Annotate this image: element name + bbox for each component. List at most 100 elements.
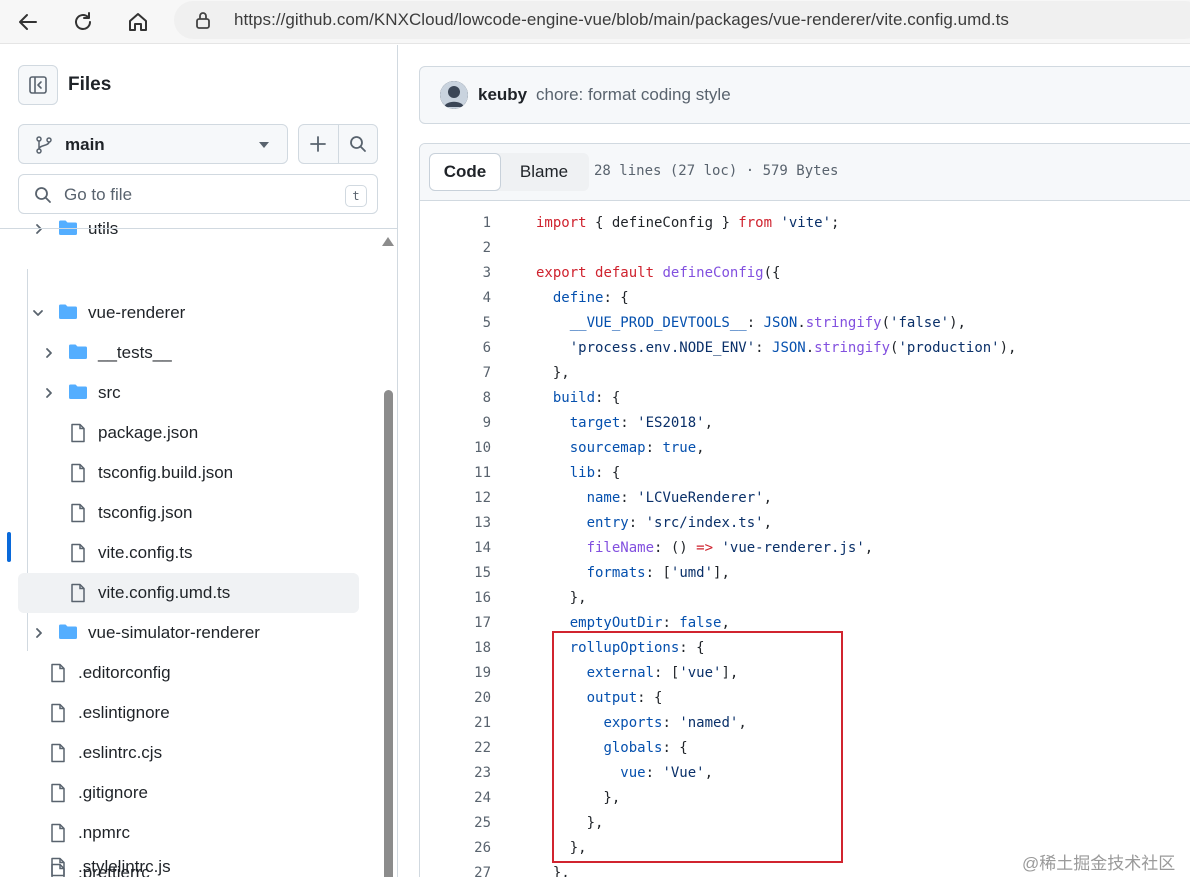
code-token: import [536, 215, 587, 231]
sidebar-scrollbar-thumb[interactable] [384, 390, 393, 877]
tree-item-label: tsconfig.build.json [98, 463, 234, 482]
line-number[interactable]: 25 [420, 815, 491, 831]
folder-icon [68, 383, 88, 406]
branch-name: main [65, 135, 105, 154]
line-number[interactable]: 20 [420, 690, 491, 706]
code-line: 3 export default defineConfig({ [420, 261, 1190, 286]
collapse-sidebar-button[interactable] [18, 65, 58, 105]
tree-item-label: .gitignore [78, 783, 148, 802]
avatar[interactable] [440, 81, 468, 109]
code-token: 'false' [890, 315, 950, 331]
home-button[interactable] [122, 6, 154, 38]
sidebar-collapse-icon [29, 76, 47, 94]
line-number[interactable]: 1 [420, 215, 491, 231]
line-number[interactable]: 8 [420, 390, 491, 406]
tree-item-vue-simulator-renderer[interactable]: vue-simulator-renderer [0, 613, 370, 653]
tab-blame[interactable]: Blame [501, 153, 587, 191]
tree-item-label: package.json [98, 423, 199, 442]
code-token: true [662, 440, 697, 456]
tab-code[interactable]: Code [429, 153, 501, 191]
tree-item-editorconfig[interactable]: .editorconfig [0, 653, 370, 693]
back-button[interactable] [12, 6, 44, 38]
line-number[interactable]: 10 [420, 440, 491, 456]
line-number[interactable]: 6 [420, 340, 491, 356]
code-line: 4 define: { [420, 286, 1190, 311]
tree-item-label: vite.config.ts [98, 543, 193, 562]
code-line: 8 build: { [420, 386, 1190, 411]
line-number[interactable]: 18 [420, 640, 491, 656]
tree-item-gitignore[interactable]: .gitignore [0, 773, 370, 813]
line-number[interactable]: 16 [420, 590, 491, 606]
line-number[interactable]: 15 [420, 565, 491, 581]
line-number[interactable]: 17 [420, 615, 491, 631]
code-text: entry: 'src/index.ts', [536, 515, 772, 531]
line-number[interactable]: 4 [420, 290, 491, 306]
chevron-right-icon [33, 222, 45, 241]
line-number[interactable]: 7 [420, 365, 491, 381]
line-number[interactable]: 23 [420, 765, 491, 781]
code-line: 9 target: 'ES2018', [420, 411, 1190, 436]
line-number[interactable]: 27 [420, 865, 491, 877]
address-bar[interactable]: https://github.com/KNXCloud/lowcode-engi… [174, 1, 1190, 39]
url-text: https://github.com/KNXCloud/lowcode-engi… [234, 10, 1009, 29]
reload-button[interactable] [67, 6, 99, 38]
file-icon [50, 783, 66, 808]
line-number[interactable]: 14 [420, 540, 491, 556]
tree-item-stylelintrc-js[interactable]: .stylelintrc.js [0, 847, 370, 877]
tree-item-src[interactable]: src [0, 373, 370, 413]
line-number[interactable]: 5 [420, 315, 491, 331]
line-number[interactable]: 2 [420, 240, 491, 256]
go-to-file-placeholder: Go to file [64, 185, 133, 204]
line-number[interactable]: 3 [420, 265, 491, 281]
code-token: . [805, 340, 815, 356]
code-token: 'ES2018' [637, 415, 705, 431]
code-token: : [ [645, 565, 671, 581]
code-token: : [746, 315, 764, 331]
line-number[interactable]: 21 [420, 715, 491, 731]
commit-author[interactable]: keuby [478, 85, 527, 105]
add-file-button[interactable] [299, 125, 338, 163]
tree-item-package-json[interactable]: package.json [0, 413, 370, 453]
line-number[interactable]: 12 [420, 490, 491, 506]
code-token: entry [586, 515, 629, 531]
tree-item-vite-config-ts[interactable]: vite.config.ts [0, 533, 370, 573]
tree-item-eslintignore[interactable]: .eslintignore [0, 693, 370, 733]
tree-item-tsconfig-build-json[interactable]: tsconfig.build.json [0, 453, 370, 493]
code-token: : [645, 440, 663, 456]
code-token: => [696, 540, 714, 556]
search-code-button[interactable] [337, 125, 377, 163]
code-text: lib: { [536, 465, 621, 481]
tree-item-eslintrc-cjs[interactable]: .eslintrc.cjs [0, 733, 370, 773]
commit-message[interactable]: chore: format coding style [536, 85, 731, 105]
tree-item-tests[interactable]: __tests__ [0, 333, 370, 373]
line-number[interactable]: 9 [420, 415, 491, 431]
code-line: 11 lib: { [420, 461, 1190, 486]
selected-item-marker [7, 532, 11, 562]
code-token: , [704, 415, 714, 431]
tree-item-vue-renderer[interactable]: vue-renderer [0, 293, 370, 333]
line-number[interactable]: 22 [420, 740, 491, 756]
line-number[interactable]: 11 [420, 465, 491, 481]
branch-selector[interactable]: main [18, 124, 288, 164]
tree-item-tsconfig-json[interactable]: tsconfig.json [0, 493, 370, 533]
search-icon [34, 186, 52, 209]
folder-icon [58, 219, 78, 242]
file-icon [50, 823, 66, 848]
code-token: fileName [586, 540, 655, 556]
scroll-up-arrow[interactable] [382, 237, 394, 246]
code-token: 'LCVueRenderer' [637, 490, 764, 506]
code-text: 'process.env.NODE_ENV': JSON.stringify('… [536, 340, 1017, 356]
tree-item-utils[interactable]: utils [0, 209, 370, 249]
line-number[interactable]: 19 [420, 665, 491, 681]
line-number[interactable]: 26 [420, 840, 491, 856]
file-icon [50, 703, 66, 728]
go-to-file-input[interactable]: Go to file t [18, 174, 378, 214]
line-number[interactable]: 24 [420, 790, 491, 806]
plus-icon [310, 136, 327, 152]
code-token: : () [654, 540, 697, 556]
tree-item-vite-config-umd-ts[interactable]: vite.config.umd.ts [18, 573, 359, 613]
line-number[interactable]: 13 [420, 515, 491, 531]
code-token: formats [586, 565, 646, 581]
